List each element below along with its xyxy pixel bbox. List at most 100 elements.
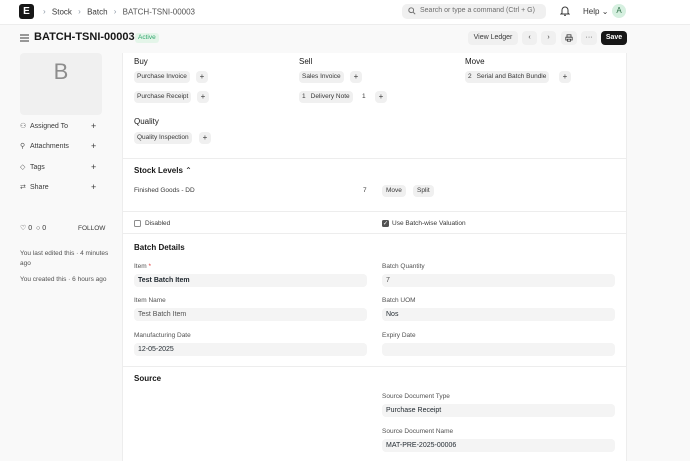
sidebar-share[interactable]: ⇄ Share [20,183,49,191]
batchwise-valuation-label: Use Batch-wise Valuation [392,220,466,227]
connections-quality-heading: Quality [134,117,159,126]
chevron-left-icon: ‹ [528,34,531,41]
new-delivery-note-button[interactable]: + [375,91,387,103]
delivery-note-count: 1 [362,93,366,100]
new-serial-batch-bundle-button[interactable]: + [559,71,571,83]
hamburger-icon[interactable] [20,34,29,42]
section-title-text: Stock Levels [134,166,183,175]
top-navbar: E › Stock › Batch › BATCH-TSNI-00003 Sea… [0,0,690,25]
page-title: BATCH-TSNI-00003 [34,31,135,43]
like-count: 0 [28,225,33,232]
sidebar-item-label: Share [30,184,49,191]
delivery-note-link[interactable]: 1 Delivery Note [299,91,353,103]
batch-uom-field[interactable]: Nos [382,308,615,321]
batchwise-valuation-checkbox[interactable]: ✓ [382,220,389,227]
source-doc-name-label: Source Document Name [382,428,454,435]
previous-button[interactable]: ‹ [522,31,537,45]
new-sales-invoice-button[interactable]: + [350,71,362,83]
heart-icon[interactable]: ♡ [20,225,26,232]
print-button[interactable] [561,31,577,45]
purchase-receipt-link[interactable]: Purchase Receipt [134,91,192,103]
next-button[interactable]: › [541,31,556,45]
chevron-right-icon: › [78,7,81,17]
field-label-text: Item [134,263,147,270]
section-divider [122,366,627,367]
chevron-right-icon: › [547,34,550,41]
expiry-date-field[interactable] [382,343,615,356]
help-menu[interactable]: Help ⌄ [583,7,608,16]
breadcrumb: › Stock › Batch › BATCH-TSNI-00003 [39,7,195,16]
ellipsis-icon: ··· [585,34,593,41]
item-name-field[interactable]: Test Batch Item [134,308,367,321]
sidebar-stats: ♡ 0 ○ 0 [20,224,46,232]
disabled-checkbox[interactable] [134,220,141,227]
chip-label: Purchase Receipt [137,93,189,100]
new-quality-inspection-button[interactable]: + [199,132,211,144]
chip-label: Quality Inspection [137,134,189,141]
chip-label: Serial and Batch Bundle [476,73,547,80]
stock-qty: 7 [363,187,367,194]
search-input[interactable]: Search or type a command (Ctrl + G) [402,4,546,19]
mfg-date-field[interactable]: 12-05-2025 [134,343,367,356]
stock-levels-title[interactable]: Stock Levels ⌃ [134,166,192,175]
add-attachment-button[interactable]: + [91,141,96,151]
sidebar-item-label: Attachments [30,143,69,150]
comment-icon[interactable]: ○ [36,225,40,232]
chip-label: Delivery Note [310,93,350,100]
sales-invoice-link[interactable]: Sales Invoice [299,71,344,83]
new-purchase-receipt-button[interactable]: + [197,91,209,103]
stock-move-button[interactable]: Move [382,185,406,197]
serial-batch-bundle-link[interactable]: 2 Serial and Batch Bundle [465,71,550,83]
chevron-right-icon: › [43,7,46,17]
item-label: Item * [134,263,151,270]
search-placeholder: Search or type a command (Ctrl + G) [420,7,535,14]
comment-count: 0 [42,225,47,232]
chip-count: 2 [468,73,472,80]
bell-icon[interactable] [560,5,570,16]
chip-count: 1 [302,93,306,100]
new-purchase-invoice-button[interactable]: + [196,71,208,83]
batch-uom-label: Batch UOM [382,297,416,304]
button-label: Move [386,187,402,194]
source-doc-type-label: Source Document Type [382,393,450,400]
section-divider [122,211,627,212]
add-tag-button[interactable]: + [91,162,96,172]
save-button[interactable]: Save [601,31,627,45]
batch-qty-field[interactable]: 7 [382,274,615,287]
batch-qty-label: Batch Quantity [382,263,425,270]
view-ledger-button[interactable]: View Ledger [468,31,518,45]
source-doc-type-field[interactable]: Purchase Receipt [382,404,615,417]
quality-inspection-link[interactable]: Quality Inspection [134,132,192,144]
sidebar-assigned-to[interactable]: ⚇ Assigned To [20,122,68,130]
breadcrumb-stock[interactable]: Stock [52,7,72,16]
sidebar-attachments[interactable]: ⚲ Attachments [20,142,69,150]
form-card [122,53,627,461]
stock-split-button[interactable]: Split [413,185,434,197]
stock-warehouse: Finished Goods - DD [134,187,195,194]
user-icon: ⚇ [20,123,27,130]
app-logo[interactable]: E [19,4,34,19]
add-share-button[interactable]: + [91,182,96,192]
item-field[interactable]: Test Batch Item [134,274,367,287]
source-title: Source [134,374,162,383]
batch-image-placeholder[interactable]: B [20,53,102,115]
connections-buy-heading: Buy [134,57,148,66]
help-label: Help [583,7,600,16]
disabled-label: Disabled [145,220,171,227]
search-icon [408,7,416,15]
breadcrumb-batch[interactable]: Batch [87,7,107,16]
follow-button[interactable]: FOLLOW [78,225,105,232]
breadcrumb-current[interactable]: BATCH-TSNI-00003 [123,7,195,16]
add-assignee-button[interactable]: + [91,121,96,131]
chevron-right-icon: › [113,7,117,17]
batch-details-title: Batch Details [134,243,185,252]
status-badge: Active [135,33,159,43]
more-menu-button[interactable]: ··· [581,31,597,45]
connections-move-heading: Move [465,57,485,66]
sidebar-tags[interactable]: ◇ Tags [20,163,45,171]
chevron-down-icon: ⌄ [601,7,609,16]
purchase-invoice-link[interactable]: Purchase Invoice [134,71,190,83]
item-name-label: Item Name [134,297,166,304]
user-avatar[interactable]: A [612,4,626,18]
source-doc-name-field[interactable]: MAT-PRE-2025-00006 [382,439,615,452]
